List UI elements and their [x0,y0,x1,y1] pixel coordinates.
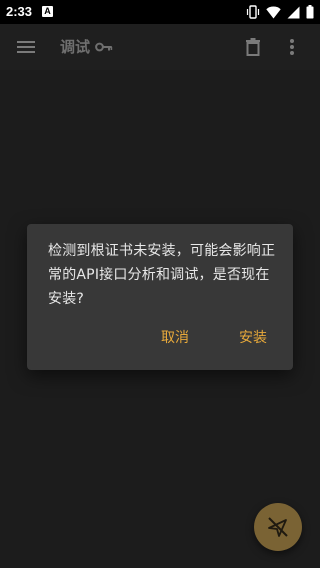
app-bar: 调试 [0,24,320,70]
status-time: 2:33 [6,4,33,19]
certificate-install-dialog: 检测到根证书未安装，可能会影响正常的API接口分析和调试，是否现在安装? 取消 … [27,224,293,370]
send-off-icon [268,517,288,537]
send-fab-button[interactable] [254,503,302,551]
page-title: 调试 [60,38,91,56]
menu-icon[interactable] [14,35,38,59]
signal-icon [287,6,300,19]
dialog-message: 检测到根证书未安装，可能会影响正常的API接口分析和调试，是否现在安装? [48,243,276,307]
install-button[interactable]: 安装 [239,327,267,349]
vibrate-icon [246,5,260,19]
more-vert-icon[interactable] [280,35,304,59]
wifi-icon [266,6,281,19]
status-icons [246,4,314,20]
key-icon [95,39,113,55]
cancel-button[interactable]: 取消 [161,327,189,349]
a-notification-icon: A [42,6,53,17]
delete-icon[interactable] [241,35,265,59]
battery-icon [306,5,314,19]
status-bar: 2:33 A [0,0,320,24]
